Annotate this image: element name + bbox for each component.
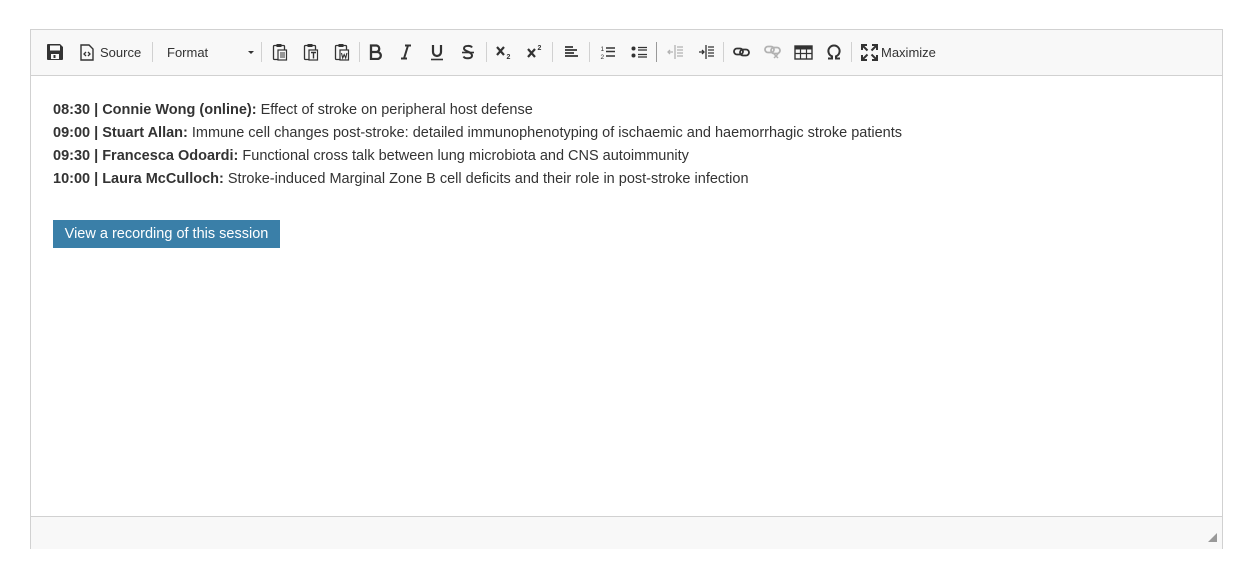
svg-text:1: 1 (601, 46, 605, 53)
indent-button[interactable] (695, 41, 717, 63)
paste-word-icon (334, 44, 350, 61)
underline-icon (431, 44, 443, 60)
save-button[interactable] (45, 41, 65, 63)
resize-handle[interactable] (1208, 533, 1217, 542)
special-character-button[interactable] (823, 41, 845, 63)
chevron-down-icon (248, 51, 254, 54)
svg-text:2: 2 (601, 54, 605, 60)
align-left-button[interactable] (560, 41, 582, 63)
schedule-talk-title: Functional cross talk between lung micro… (238, 148, 689, 164)
maximize-label: Maximize (881, 44, 936, 60)
view-recording-button[interactable]: View a recording of this session (53, 220, 280, 248)
bold-button[interactable] (365, 41, 387, 63)
format-dropdown[interactable]: Format (159, 41, 255, 63)
source-icon (80, 43, 94, 61)
bulleted-list-button[interactable] (628, 41, 650, 63)
source-label: Source (100, 44, 142, 60)
schedule-time-speaker: 09:30 | Francesca Odoardi: (53, 148, 239, 164)
subscript-icon: 2 (496, 46, 511, 60)
rich-text-editor: Source Format 2 2 1 2 Maximize 08:30 | C… (30, 29, 1223, 549)
numbered-list-icon: 12 (601, 46, 615, 60)
link-button[interactable] (730, 41, 752, 63)
schedule-talk-title: Effect of stroke on peripheral host defe… (256, 102, 533, 118)
paste-icon (272, 44, 288, 61)
outdent-button[interactable] (664, 41, 686, 63)
paste-word-button[interactable] (331, 41, 353, 63)
schedule-talk-title: Immune cell changes post-stroke: detaile… (187, 125, 902, 141)
align-left-icon (564, 46, 578, 57)
editor-content[interactable]: 08:30 | Connie Wong (online): Effect of … (53, 99, 1203, 191)
subscript-button[interactable]: 2 (493, 41, 515, 63)
strikethrough-button[interactable] (457, 41, 479, 63)
unlink-icon (763, 45, 781, 59)
numbered-list-button[interactable]: 12 (597, 41, 619, 63)
italic-button[interactable] (395, 41, 417, 63)
strikethrough-icon (462, 44, 474, 59)
indent-icon (698, 45, 714, 59)
schedule-talk-title: Stroke-induced Marginal Zone B cell defi… (223, 171, 749, 187)
bold-icon (369, 44, 382, 60)
save-icon (47, 44, 63, 60)
maximize-icon (861, 43, 878, 61)
schedule-item: 08:30 | Connie Wong (online): Effect of … (53, 99, 1203, 122)
editor-toolbar: Source Format 2 2 1 2 Maximize (31, 30, 1222, 76)
editor-status-bar (31, 516, 1222, 549)
schedule-item: 10:00 | Laura McCulloch: Stroke-induced … (53, 168, 1203, 191)
link-icon (732, 47, 750, 57)
italic-icon (401, 44, 411, 60)
paste-button[interactable] (269, 41, 291, 63)
schedule-item: 09:30 | Francesca Odoardi: Functional cr… (53, 145, 1203, 168)
format-label: Format (167, 44, 209, 60)
superscript-button[interactable]: 2 (524, 41, 546, 63)
paste-text-icon (303, 44, 319, 61)
paste-text-button[interactable] (300, 41, 322, 63)
schedule-time-speaker: 08:30 | Connie Wong (online): (53, 102, 257, 118)
bulleted-list-icon (631, 46, 647, 58)
unlink-button[interactable] (761, 41, 783, 63)
svg-text:2: 2 (507, 54, 511, 60)
table-button[interactable] (792, 41, 814, 63)
schedule-item: 09:00 | Stuart Allan: Immune cell change… (53, 122, 1203, 145)
source-button[interactable]: Source (79, 41, 145, 63)
table-icon (793, 44, 813, 60)
svg-text:2: 2 (538, 45, 542, 52)
outdent-icon (666, 45, 683, 59)
omega-icon (827, 44, 841, 60)
schedule-time-speaker: 10:00 | Laura McCulloch: (53, 171, 224, 187)
superscript-icon: 2 (527, 45, 542, 58)
schedule-time-speaker: 09:00 | Stuart Allan: (53, 125, 188, 141)
underline-button[interactable] (426, 41, 448, 63)
maximize-button[interactable]: Maximize (861, 41, 941, 63)
